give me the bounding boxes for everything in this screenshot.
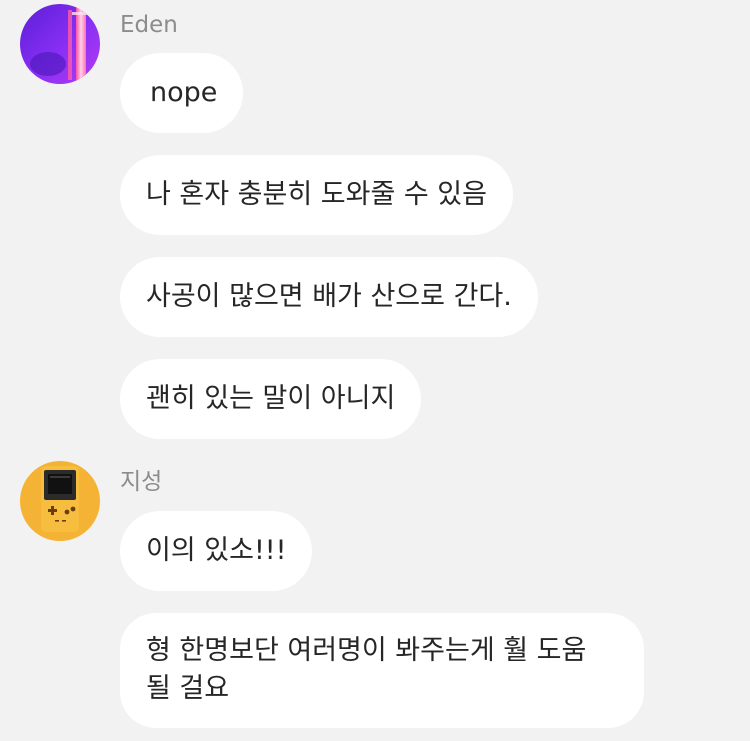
sender-name-jiseong: 지성: [120, 469, 163, 495]
message-bubble[interactable]: 괜히 있는 말이 아니지: [120, 359, 422, 439]
avatar-jiseong[interactable]: [20, 461, 100, 541]
purple-neon-photo-icon: [20, 4, 100, 84]
chat-thread: Eden nope 나 혼자 충분히 도와줄 수 있음 사공이 많으면 배가 산…: [0, 0, 750, 741]
message-bubble[interactable]: 사공이 많으면 배가 산으로 간다.: [120, 257, 538, 337]
gameboy-icon: [20, 461, 100, 541]
sender-name-eden: Eden: [120, 12, 178, 38]
avatar-eden[interactable]: [20, 4, 100, 84]
message-bubble[interactable]: 나 혼자 충분히 도와줄 수 있음: [120, 155, 513, 235]
message-bubble[interactable]: nope: [120, 53, 244, 133]
message-bubble[interactable]: 이의 있소!!!: [120, 511, 313, 591]
message-bubble[interactable]: 형 한명보단 여러명이 봐주는게 훨 도움 될 걸요: [120, 613, 644, 728]
